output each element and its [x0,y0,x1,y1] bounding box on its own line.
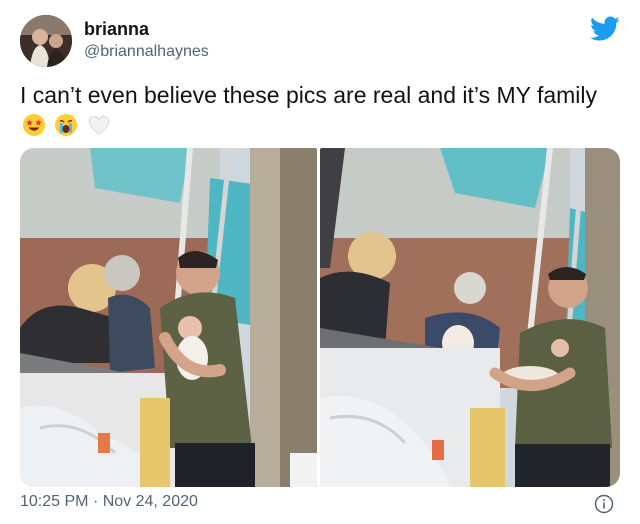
twitter-bird-icon[interactable] [590,16,620,42]
tweet-photo-1[interactable] [20,148,317,487]
avatar[interactable] [20,15,72,67]
tweet-photo-2[interactable] [320,148,620,487]
tweet-card: brianna @briannalhaynes I can’t even bel… [0,0,640,524]
timestamp-separator: · [92,493,99,510]
info-icon[interactable] [594,494,614,514]
tweet-time: 10:25 PM [20,493,89,510]
tweet-body: I can’t even believe these pics are real… [20,82,597,108]
crying-face-emoji [54,113,78,137]
star-struck-emoji [22,113,46,137]
tweet-date: Nov 24, 2020 [102,493,198,510]
white-heart-emoji [87,113,111,137]
display-name[interactable]: brianna [84,19,149,40]
tweet-timestamp[interactable]: 10:25 PM · Nov 24, 2020 [20,493,198,511]
tweet-text: I can’t even believe these pics are real… [20,80,620,140]
user-handle[interactable]: @briannalhaynes [84,43,209,61]
